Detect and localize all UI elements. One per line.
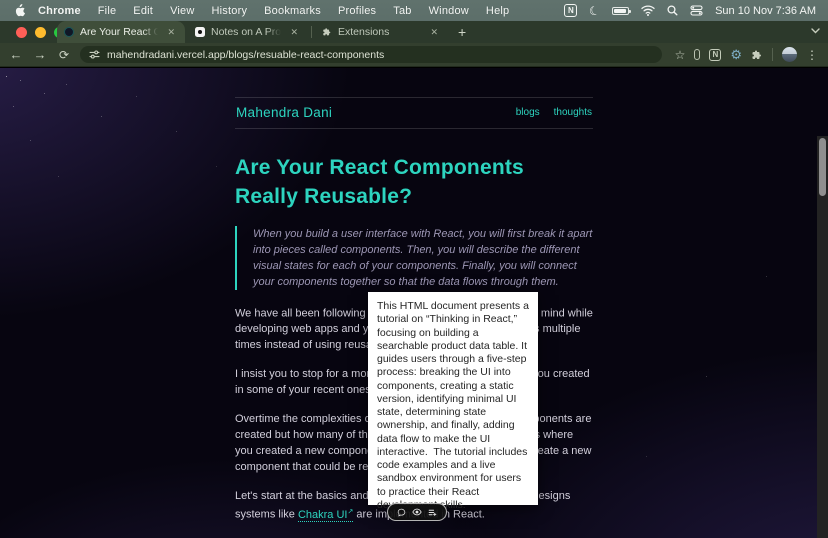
- address-bar[interactable]: mahendradani.vercel.app/blogs/resuable-r…: [80, 46, 662, 63]
- notion-menubar-icon[interactable]: N: [564, 4, 578, 17]
- url-text: mahendradani.vercel.app/blogs/resuable-r…: [107, 48, 385, 61]
- menu-tab[interactable]: Tab: [393, 5, 411, 17]
- nav-thoughts-link[interactable]: thoughts: [554, 107, 592, 118]
- tab-notes-programmable[interactable]: Notes on A Programmable W ✕: [188, 21, 308, 43]
- extension-capsule-icon[interactable]: [694, 49, 701, 60]
- menu-profiles[interactable]: Profiles: [338, 5, 376, 17]
- page-scrollbar[interactable]: [817, 136, 828, 538]
- close-tab-icon[interactable]: ✕: [287, 26, 301, 39]
- new-tab-button[interactable]: +: [458, 25, 466, 39]
- tab-title: Extensions: [338, 26, 390, 38]
- tab-react-components[interactable]: Are Your React Components ✕: [57, 21, 185, 43]
- blog-favicon: [64, 27, 74, 37]
- tab-extensions[interactable]: Extensions ✕: [315, 21, 448, 43]
- menu-edit[interactable]: Edit: [133, 5, 153, 17]
- profile-avatar[interactable]: [782, 47, 797, 62]
- reload-button[interactable]: ⟳: [52, 48, 76, 62]
- puzzle-favicon: [322, 27, 332, 37]
- menu-chrome[interactable]: Chrome: [38, 5, 81, 17]
- chrome-tab-strip: Are Your React Components ✕ Notes on A P…: [0, 21, 828, 43]
- menu-bar-clock[interactable]: Sun 10 Nov 7:36 AM: [715, 5, 816, 17]
- screen: Chrome File Edit View History Bookmarks …: [0, 0, 828, 538]
- apple-menu-icon[interactable]: [14, 4, 25, 17]
- focus-moon-icon[interactable]: ☾: [588, 2, 602, 18]
- toolbar-right-icons: ☆ N ⚙ ⋮: [675, 47, 818, 62]
- starfield-decoration: [6, 76, 7, 77]
- control-center-icon[interactable]: [690, 5, 703, 16]
- notes-favicon: [195, 27, 205, 37]
- back-button[interactable]: ←: [4, 47, 28, 62]
- wifi-icon[interactable]: [641, 5, 655, 16]
- post-title: Are Your React Components Really Reusabl…: [235, 156, 524, 208]
- site-header: Mahendra Dani blogs thoughts: [235, 97, 593, 129]
- link-text: Chakra UI: [297, 508, 348, 521]
- design-system-link[interactable]: Chakra UI↗: [297, 508, 354, 522]
- spotlight-search-icon[interactable]: [667, 5, 678, 16]
- site-settings-icon[interactable]: [89, 50, 100, 59]
- close-tab-icon[interactable]: ✕: [164, 26, 178, 39]
- notion-extension-icon[interactable]: N: [709, 48, 722, 61]
- eye-icon[interactable]: [412, 508, 422, 516]
- forward-button[interactable]: →: [28, 47, 52, 62]
- battery-icon[interactable]: [612, 6, 632, 15]
- tab-title: Notes on A Programmable W: [211, 26, 282, 38]
- tab-separator: [311, 26, 312, 38]
- tab-title: Are Your React Components: [80, 26, 159, 38]
- settings-gear-extension-icon[interactable]: ⚙: [730, 48, 742, 61]
- chrome-menu-kebab-icon[interactable]: ⋮: [806, 48, 818, 62]
- menu-view[interactable]: View: [170, 5, 194, 17]
- comment-bubble-icon[interactable]: [397, 508, 406, 517]
- chevron-down-icon[interactable]: [811, 28, 820, 34]
- tooltip-action-pill: [387, 503, 447, 521]
- menu-file[interactable]: File: [98, 5, 117, 17]
- close-tab-icon[interactable]: ✕: [427, 26, 441, 39]
- react-docs-quote: When you build a user interface with Rea…: [235, 225, 593, 290]
- summary-list-icon[interactable]: [428, 508, 437, 517]
- menu-bar-status-area: N ☾ Sun 10 Nov 7:36 AM: [564, 2, 816, 19]
- site-title-link[interactable]: Mahendra Dani: [236, 105, 332, 120]
- menu-history[interactable]: History: [212, 5, 248, 17]
- minimize-window-button[interactable]: [35, 27, 46, 38]
- browser-toolbar: ← → ⟳ mahendradani.vercel.app/blogs/resu…: [0, 43, 828, 67]
- menu-window[interactable]: Window: [429, 5, 469, 17]
- toolbar-separator: [772, 48, 773, 61]
- site-nav: blogs thoughts: [516, 107, 592, 118]
- nav-blogs-link[interactable]: blogs: [516, 107, 540, 118]
- menu-help[interactable]: Help: [486, 5, 509, 17]
- menu-bookmarks[interactable]: Bookmarks: [264, 5, 321, 17]
- extensions-puzzle-icon[interactable]: [751, 49, 763, 61]
- macos-menu-bar: Chrome File Edit View History Bookmarks …: [0, 0, 828, 21]
- bookmark-star-icon[interactable]: ☆: [675, 48, 686, 62]
- paragraph-text: We have all been following the: [235, 307, 388, 320]
- summary-tooltip: This HTML document presents a tutorial o…: [368, 292, 538, 511]
- scrollbar-thumb[interactable]: [819, 138, 826, 196]
- close-window-button[interactable]: [16, 27, 27, 38]
